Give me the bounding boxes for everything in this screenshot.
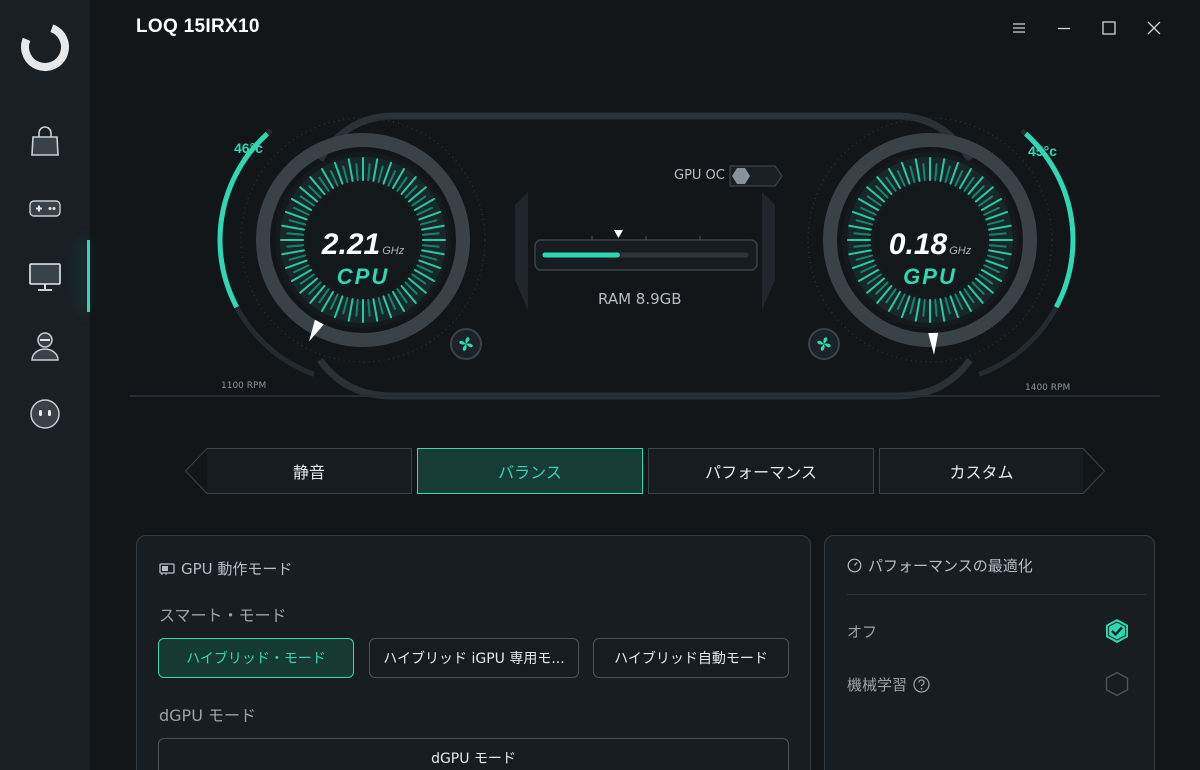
fan-icon [459,337,473,351]
performance-optimization-panel: パフォーマンスの最適化 オフ 機械学習 [824,535,1155,770]
monitor-icon [29,263,61,291]
unchecked-hexagon-icon[interactable] [1104,671,1130,697]
sidebar-item-gaming[interactable] [0,180,90,236]
minimize-button[interactable] [1050,14,1078,42]
cpu-tick [355,163,359,182]
gpu-fan-rpm: 1400 RPM [1025,383,1071,393]
sidebar [0,0,90,770]
sidebar-item-store[interactable] [0,113,90,169]
gpu-panel-title: GPU 動作モード [159,558,292,579]
gpu-frequency-value: 0.18 [888,228,948,261]
cpu-tick [367,163,371,182]
app-title: LOQ 15IRX10 [136,16,260,37]
gpu-frequency-unit: GHz [949,245,972,257]
cpu-frequency-value: 2.21 [321,228,381,261]
gpu-tick [922,298,926,317]
app-window: LOQ 15IRX10 46°c 45°c 1100 RPM 1400 RPM … [0,0,1200,770]
perf-panel-title-text: パフォーマンスの最適化 [868,557,1033,575]
gamepad-icon [29,200,61,217]
cpu-temperature: 46°c [234,140,263,156]
cpu-tick [367,298,371,317]
hybrid-igpu-only-button[interactable]: ハイブリッド iGPU 専用モ... [369,638,579,678]
minimize-icon [1058,27,1070,30]
option-machine-learning[interactable]: 機械学習 [847,669,1130,699]
tab-custom[interactable]: カスタム [879,448,1083,494]
option-off-label: オフ [847,622,878,641]
option-ml-label-group: 機械学習 [847,674,930,695]
panel-divider [847,594,1146,595]
performance-dashboard: 46°c 45°c 1100 RPM 1400 RPM 2.21 GHz CPU … [130,100,1160,410]
gpu-oc-toggle[interactable]: GPU OC [674,168,725,183]
maximize-button[interactable] [1095,14,1123,42]
gauge-icon [847,558,862,573]
hybrid-mode-button[interactable]: ハイブリッド・モード [158,638,354,678]
tab-performance[interactable]: パフォーマンス [648,448,874,494]
maximize-icon [1102,21,1116,35]
close-icon [1147,21,1161,35]
gpu-oc-label: GPU OC [674,168,725,183]
gpu-mode-panel: GPU 動作モード スマート・モード ハイブリッド・モード ハイブリッド iGP… [136,535,811,770]
title-bar: LOQ 15IRX10 [90,0,1200,56]
shopping-bag-icon [31,126,59,156]
option-off[interactable]: オフ [847,616,1130,646]
user-icon [31,332,59,361]
sidebar-item-assistant[interactable] [0,386,90,442]
cpu-frequency-unit: GHz [382,245,405,257]
dgpu-mode-label: dGPU モード [159,706,257,725]
checked-hexagon-icon[interactable] [1104,618,1130,644]
hamburger-menu-icon [1013,23,1025,33]
cpu-label: CPU [336,264,390,289]
help-icon[interactable] [913,675,930,693]
gpu-fan-button[interactable] [808,328,840,360]
gpu-gauge-readout: 0.18 GHz GPU [840,228,1020,290]
perf-panel-title: パフォーマンスの最適化 [847,555,1033,576]
option-ml-label: 機械学習 [847,675,908,694]
cpu-tick [355,298,359,317]
gpu-tick [934,163,938,182]
hybrid-auto-mode-button[interactable]: ハイブリッド自動モード [593,638,789,678]
graphics-card-icon [159,562,175,575]
app-logo-icon [21,23,69,71]
gpu-label: GPU [903,264,957,289]
sidebar-item-account[interactable] [0,318,90,374]
tab-balance[interactable]: バランス [417,448,643,494]
smart-mode-label: スマート・モード [159,606,287,625]
ram-usage-label: RAM 8.9GB [598,290,682,308]
cpu-gauge-readout: 2.21 GHz CPU [273,228,453,290]
fan-icon [817,337,831,351]
gpu-tick [934,298,938,317]
robot-face-icon [30,399,60,429]
close-button[interactable] [1140,14,1168,42]
gpu-panel-title-text: GPU 動作モード [181,560,293,578]
cpu-fan-button[interactable] [450,328,482,360]
menu-button[interactable] [1005,14,1033,42]
tab-silent[interactable]: 静音 [207,448,412,494]
power-mode-tabs: 静音 バランス パフォーマンス カスタム [185,448,1105,494]
sidebar-item-device[interactable] [0,240,90,312]
gpu-tick [922,163,926,182]
cpu-fan-rpm: 1100 RPM [221,381,267,391]
dgpu-mode-button[interactable]: dGPU モード [158,738,789,770]
gpu-temperature: 45°c [1028,143,1057,159]
